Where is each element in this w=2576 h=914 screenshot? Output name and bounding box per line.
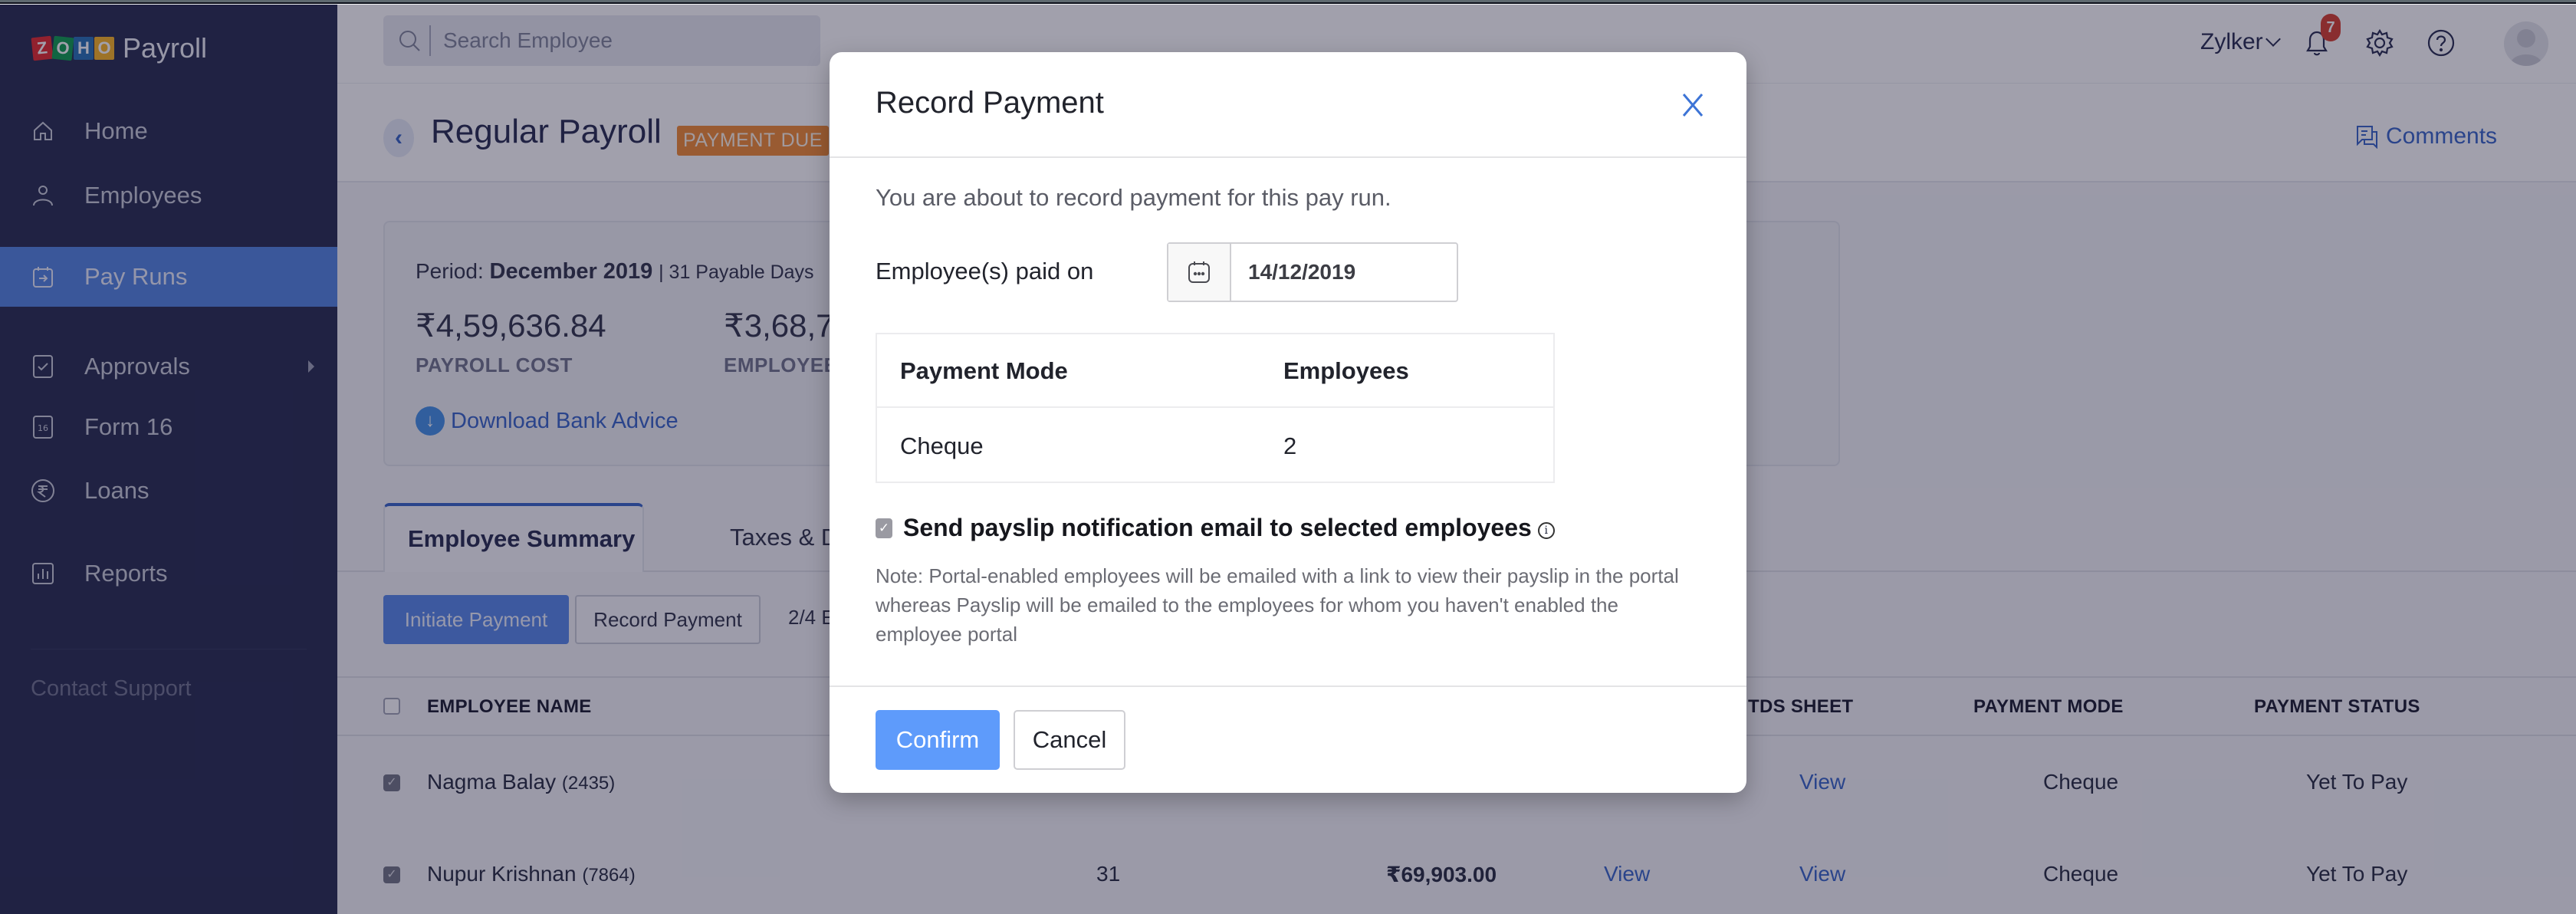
close-icon	[1682, 94, 1704, 117]
payslip-notification-label[interactable]: Send payslip notification email to selec…	[903, 514, 1532, 542]
payment-mode-table-header: Payment Mode Employees	[877, 334, 1553, 408]
info-icon[interactable]: i	[1537, 521, 1555, 539]
dialog-title: Record Payment	[876, 86, 1104, 120]
calendar-icon[interactable]	[1168, 244, 1231, 301]
window-top-strip	[0, 0, 2576, 4]
dialog-footer-divider	[830, 686, 1746, 687]
payslip-notification-option: ✓ Send payslip notification email to sel…	[876, 514, 1555, 542]
cancel-button[interactable]: Cancel	[1014, 710, 1125, 770]
payslip-notification-checkbox[interactable]: ✓	[876, 518, 892, 538]
dialog-intro-text: You are about to record payment for this…	[876, 184, 1392, 211]
close-button[interactable]	[1677, 87, 1708, 123]
paid-on-date-field[interactable]: 14/12/2019	[1167, 242, 1458, 302]
confirm-button[interactable]: Confirm	[876, 710, 1000, 770]
header-payment-mode: Payment Mode	[900, 357, 1068, 384]
record-payment-dialog: Record Payment You are about to record p…	[830, 52, 1746, 793]
notification-note: Note: Portal-enabled employees will be e…	[876, 564, 1679, 646]
employees-count-value: 2	[1283, 432, 1297, 459]
paid-on-label: Employee(s) paid on	[876, 258, 1094, 284]
payment-mode-table: Payment Mode Employees Cheque 2	[876, 333, 1555, 483]
payment-mode-value: Cheque	[900, 432, 984, 459]
payment-mode-table-row: Cheque 2	[877, 409, 1553, 483]
dialog-header: Record Payment	[830, 52, 1746, 158]
header-employees: Employees	[1283, 357, 1409, 384]
paid-on-date-value: 14/12/2019	[1248, 260, 1356, 284]
